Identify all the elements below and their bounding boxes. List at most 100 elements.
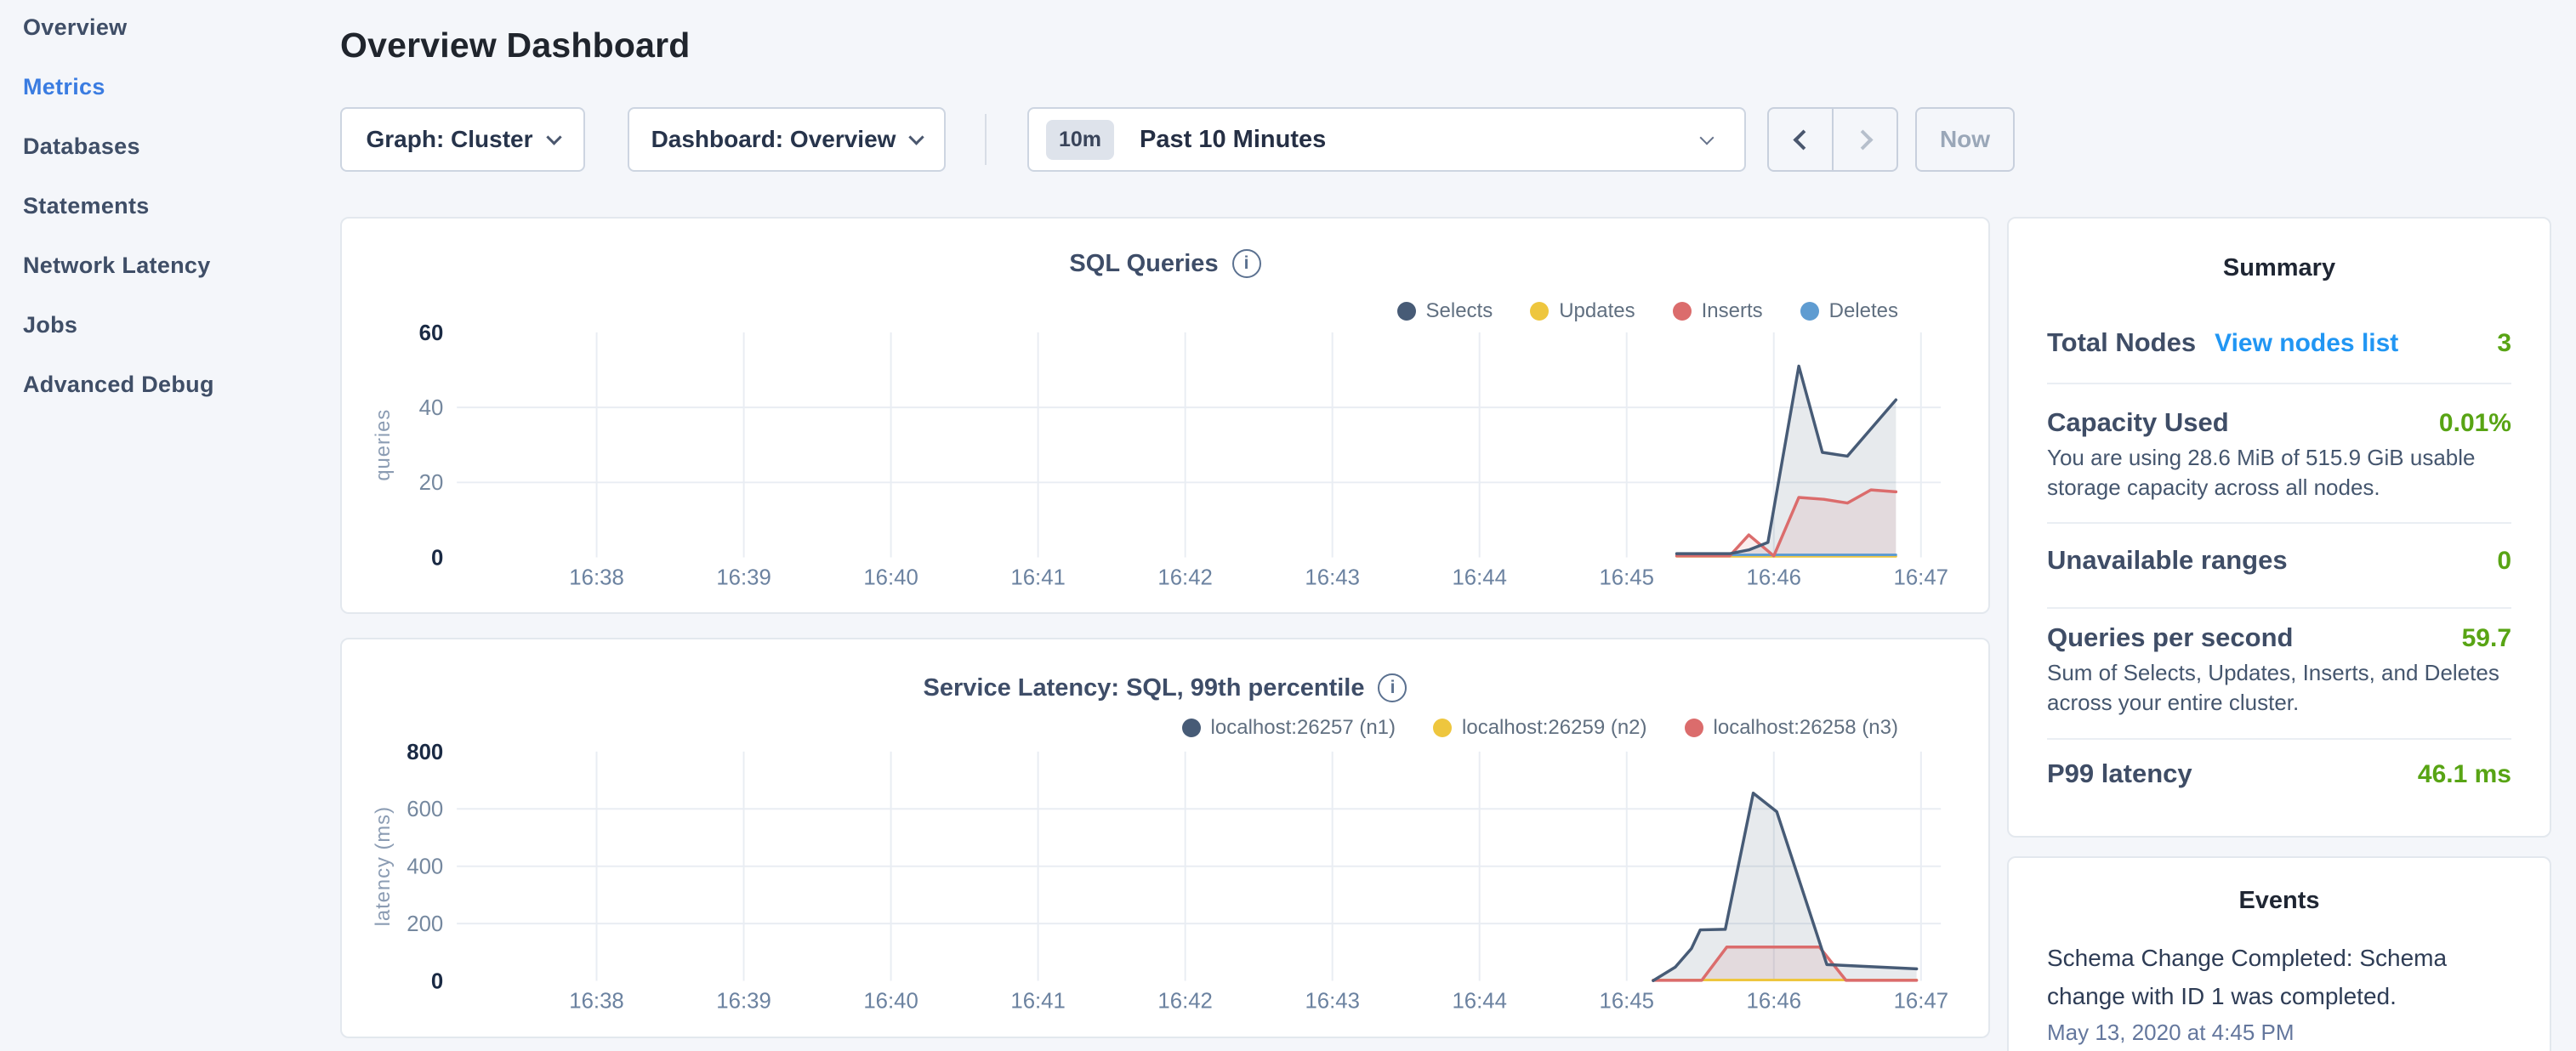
chart-legend: Selects Updates Inserts Deletes: [1397, 299, 1899, 323]
prev-range-button[interactable]: [1769, 109, 1834, 170]
divider: [2047, 607, 2511, 609]
svg-text:latency (ms): latency (ms): [372, 806, 395, 926]
capacity-description: You are using 28.6 MiB of 515.9 GiB usab…: [2047, 443, 2516, 503]
svg-text:16:47: 16:47: [1894, 989, 1948, 1013]
summary-row-total-nodes: Total Nodes View nodes list 3: [2047, 327, 2511, 358]
p99-latency-label: P99 latency: [2047, 758, 2192, 789]
sql-queries-chart-card: 16:3816:3916:4016:4116:4216:4316:4416:45…: [340, 217, 1990, 614]
svg-text:800: 800: [407, 741, 443, 764]
sidebar: OverviewMetricsDatabasesStatementsNetwor…: [0, 0, 340, 1051]
time-window-label: Past 10 Minutes: [1140, 126, 1326, 154]
svg-text:16:39: 16:39: [716, 565, 771, 589]
dashboard-dropdown[interactable]: Dashboard: Overview: [628, 107, 946, 172]
legend-label: localhost:26257 (n1): [1211, 716, 1396, 740]
summary-row-capacity: Capacity Used 0.01%: [2047, 407, 2511, 438]
chevron-down-icon: [546, 129, 561, 145]
legend-dot: [1182, 719, 1201, 737]
qps-label: Queries per second: [2047, 622, 2293, 653]
sidebar-item-databases[interactable]: Databases: [0, 116, 340, 176]
sidebar-nav: OverviewMetricsDatabasesStatementsNetwor…: [0, 0, 340, 414]
svg-text:16:44: 16:44: [1452, 565, 1506, 589]
total-nodes-value: 3: [2497, 329, 2511, 358]
qps-value: 59.7: [2462, 624, 2511, 653]
info-icon[interactable]: i: [1378, 673, 1407, 702]
info-icon[interactable]: i: [1232, 249, 1261, 278]
svg-text:16:42: 16:42: [1157, 565, 1212, 589]
legend-label: Deletes: [1829, 299, 1898, 323]
events-panel: Events Schema Change Completed: Schema c…: [2007, 856, 2551, 1051]
svg-text:16:45: 16:45: [1599, 565, 1653, 589]
graph-dropdown-label: Graph: Cluster: [366, 126, 532, 153]
svg-text:600: 600: [407, 798, 443, 821]
svg-text:40: 40: [419, 396, 444, 420]
legend-dot: [1397, 302, 1416, 321]
divider: [2047, 383, 2511, 384]
qps-description: Sum of Selects, Updates, Inserts, and De…: [2047, 658, 2516, 718]
legend-dot: [1800, 302, 1819, 321]
capacity-value: 0.01%: [2439, 409, 2511, 438]
toolbar-divider: [985, 114, 987, 165]
legend-dot: [1530, 302, 1549, 321]
event-item-text: Schema Change Completed: Schema change w…: [2047, 939, 2516, 1015]
summary-row-unavailable-ranges: Unavailable ranges 0: [2047, 545, 2511, 576]
chart-legend: localhost:26257 (n1) localhost:26259 (n2)…: [1182, 716, 1898, 740]
legend-item-localhost-26257-n1-: localhost:26257 (n1): [1182, 716, 1396, 740]
sidebar-item-advanced-debug[interactable]: Advanced Debug: [0, 355, 340, 414]
sidebar-item-metrics[interactable]: Metrics: [0, 57, 340, 116]
svg-text:16:41: 16:41: [1010, 565, 1065, 589]
svg-text:60: 60: [419, 321, 444, 345]
svg-text:16:47: 16:47: [1894, 565, 1948, 589]
sidebar-item-overview[interactable]: Overview: [0, 0, 340, 57]
svg-text:16:40: 16:40: [863, 989, 918, 1013]
legend-item-selects: Selects: [1397, 299, 1493, 323]
legend-item-deletes: Deletes: [1800, 299, 1898, 323]
sidebar-item-statements[interactable]: Statements: [0, 176, 340, 236]
svg-text:20: 20: [419, 471, 444, 495]
capacity-label: Capacity Used: [2047, 407, 2229, 438]
unavailable-ranges-value: 0: [2497, 547, 2511, 576]
svg-text:16:41: 16:41: [1010, 989, 1065, 1013]
chart-title: SQL Queries: [1069, 250, 1218, 278]
next-range-button[interactable]: [1834, 109, 1896, 170]
legend-item-updates: Updates: [1530, 299, 1635, 323]
legend-dot: [1685, 719, 1703, 737]
svg-text:0: 0: [431, 546, 443, 570]
chevron-down-icon: [1700, 131, 1714, 145]
view-nodes-list-link[interactable]: View nodes list: [2215, 329, 2398, 358]
event-item-timestamp: May 13, 2020 at 4:45 PM: [2047, 1020, 2295, 1046]
svg-text:16:38: 16:38: [569, 565, 623, 589]
chart-title: Service Latency: SQL, 99th percentile: [924, 674, 1365, 702]
service-latency-chart-card: 16:3816:3916:4016:4116:4216:4316:4416:45…: [340, 638, 1990, 1038]
svg-text:16:45: 16:45: [1600, 989, 1654, 1013]
legend-label: Inserts: [1702, 299, 1763, 323]
time-range-nav: [1767, 107, 1898, 172]
summary-title: Summary: [2009, 254, 2550, 282]
svg-text:16:46: 16:46: [1746, 565, 1800, 589]
svg-text:0: 0: [431, 969, 443, 993]
now-button[interactable]: Now: [1915, 107, 2015, 172]
summary-panel: Summary Total Nodes View nodes list 3 Ca…: [2007, 217, 2551, 838]
time-window-badge: 10m: [1046, 120, 1114, 160]
summary-row-qps: Queries per second 59.7: [2047, 622, 2511, 653]
graph-dropdown[interactable]: Graph: Cluster: [340, 107, 585, 172]
svg-text:16:43: 16:43: [1305, 565, 1359, 589]
page-title: Overview Dashboard: [340, 26, 690, 65]
svg-text:16:44: 16:44: [1452, 989, 1506, 1013]
legend-label: Selects: [1426, 299, 1493, 323]
legend-label: localhost:26259 (n2): [1462, 716, 1646, 740]
divider: [2047, 522, 2511, 524]
legend-dot: [1673, 302, 1692, 321]
svg-text:16:46: 16:46: [1747, 989, 1801, 1013]
legend-item-localhost-26259-n2-: localhost:26259 (n2): [1433, 716, 1646, 740]
unavailable-ranges-label: Unavailable ranges: [2047, 545, 2288, 576]
chevron-left-icon: [1793, 129, 1813, 150]
time-window-picker[interactable]: 10m Past 10 Minutes: [1027, 107, 1746, 172]
sidebar-item-network-latency[interactable]: Network Latency: [0, 236, 340, 295]
legend-item-inserts: Inserts: [1673, 299, 1763, 323]
chevron-down-icon: [909, 129, 924, 145]
summary-row-p99: P99 latency 46.1 ms: [2047, 758, 2511, 789]
legend-dot: [1433, 719, 1452, 737]
legend-label: localhost:26258 (n3): [1714, 716, 1898, 740]
sidebar-item-jobs[interactable]: Jobs: [0, 295, 340, 355]
svg-text:16:42: 16:42: [1157, 989, 1212, 1013]
